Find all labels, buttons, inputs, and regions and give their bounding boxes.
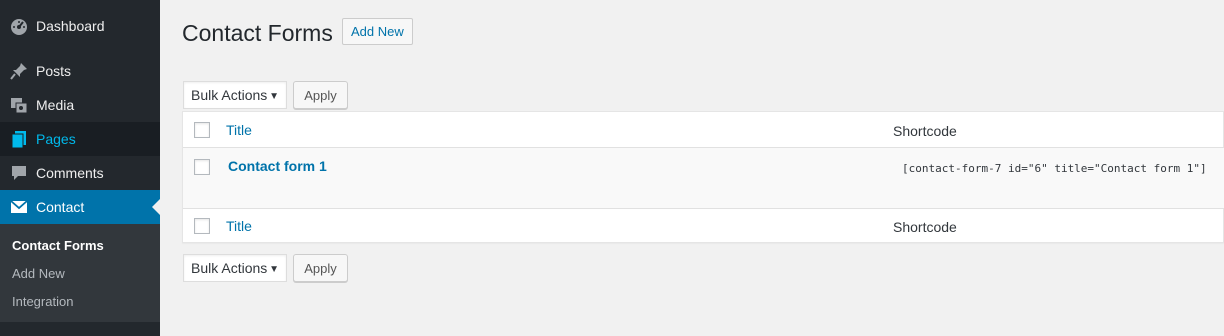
comment-icon	[0, 156, 36, 190]
dropdown-caret-icon: ▼	[269, 91, 279, 102]
sidebar-item-label: Contact	[36, 199, 85, 215]
contact-submenu: Contact Forms Add New Integration	[0, 224, 160, 322]
shortcode-value: [contact-form-7 id="6" title="Contact fo…	[902, 162, 1207, 175]
mail-icon	[0, 190, 36, 224]
bulk-actions-select[interactable]: Bulk Actions ▼	[183, 81, 287, 109]
table-footer-row: Title Shortcode	[183, 208, 1224, 243]
sidebar-item-label: Media	[36, 97, 75, 113]
sidebar-item-label: Pages	[36, 131, 76, 147]
page-title: Contact Forms	[182, 20, 333, 46]
sidebar-item-pages[interactable]: Pages	[0, 122, 160, 156]
sidebar-item-media[interactable]: Media	[0, 88, 160, 122]
sidebar-item-label: Dashboard	[36, 18, 105, 34]
submenu-item-integration[interactable]: Integration	[12, 294, 73, 309]
pin-icon	[0, 54, 36, 88]
select-all-checkbox-footer[interactable]	[194, 218, 210, 234]
sidebar-item-label: Comments	[36, 165, 104, 181]
form-title-link[interactable]: Contact form 1	[228, 158, 327, 174]
admin-sidebar: Dashboard Posts Media Pages Comments Con…	[0, 0, 160, 336]
sidebar-item-dashboard[interactable]: Dashboard	[0, 9, 160, 43]
add-new-button[interactable]: Add New	[342, 18, 413, 45]
row-checkbox[interactable]	[194, 159, 210, 175]
shortcode-column-footer: Shortcode	[893, 219, 957, 235]
pages-icon	[0, 122, 36, 156]
bulk-actions-select-bottom[interactable]: Bulk Actions ▼	[183, 254, 287, 282]
sidebar-item-contact[interactable]: Contact	[0, 190, 160, 224]
media-icon	[0, 88, 36, 122]
shortcode-column-header: Shortcode	[893, 123, 957, 139]
apply-button-bottom[interactable]: Apply	[293, 254, 348, 282]
sidebar-item-posts[interactable]: Posts	[0, 54, 160, 88]
table-row: Contact form 1 [contact-form-7 id="6" ti…	[183, 148, 1224, 208]
sidebar-item-label: Posts	[36, 63, 72, 79]
dropdown-caret-icon: ▼	[269, 264, 279, 275]
table-header-row: Title Shortcode	[183, 112, 1224, 148]
apply-button[interactable]: Apply	[293, 81, 348, 109]
contact-forms-table: Title Shortcode Contact form 1 [contact-…	[182, 111, 1224, 243]
submenu-item-add-new[interactable]: Add New	[12, 266, 65, 281]
bulk-actions-value: Bulk Actions	[191, 260, 268, 276]
submenu-item-contact-forms[interactable]: Contact Forms	[12, 238, 104, 253]
title-column-header[interactable]: Title	[226, 122, 252, 138]
dashboard-icon	[0, 9, 36, 43]
bulk-actions-value: Bulk Actions	[191, 87, 268, 103]
title-column-footer[interactable]: Title	[226, 218, 252, 234]
sidebar-item-comments[interactable]: Comments	[0, 156, 160, 190]
select-all-checkbox[interactable]	[194, 122, 210, 138]
